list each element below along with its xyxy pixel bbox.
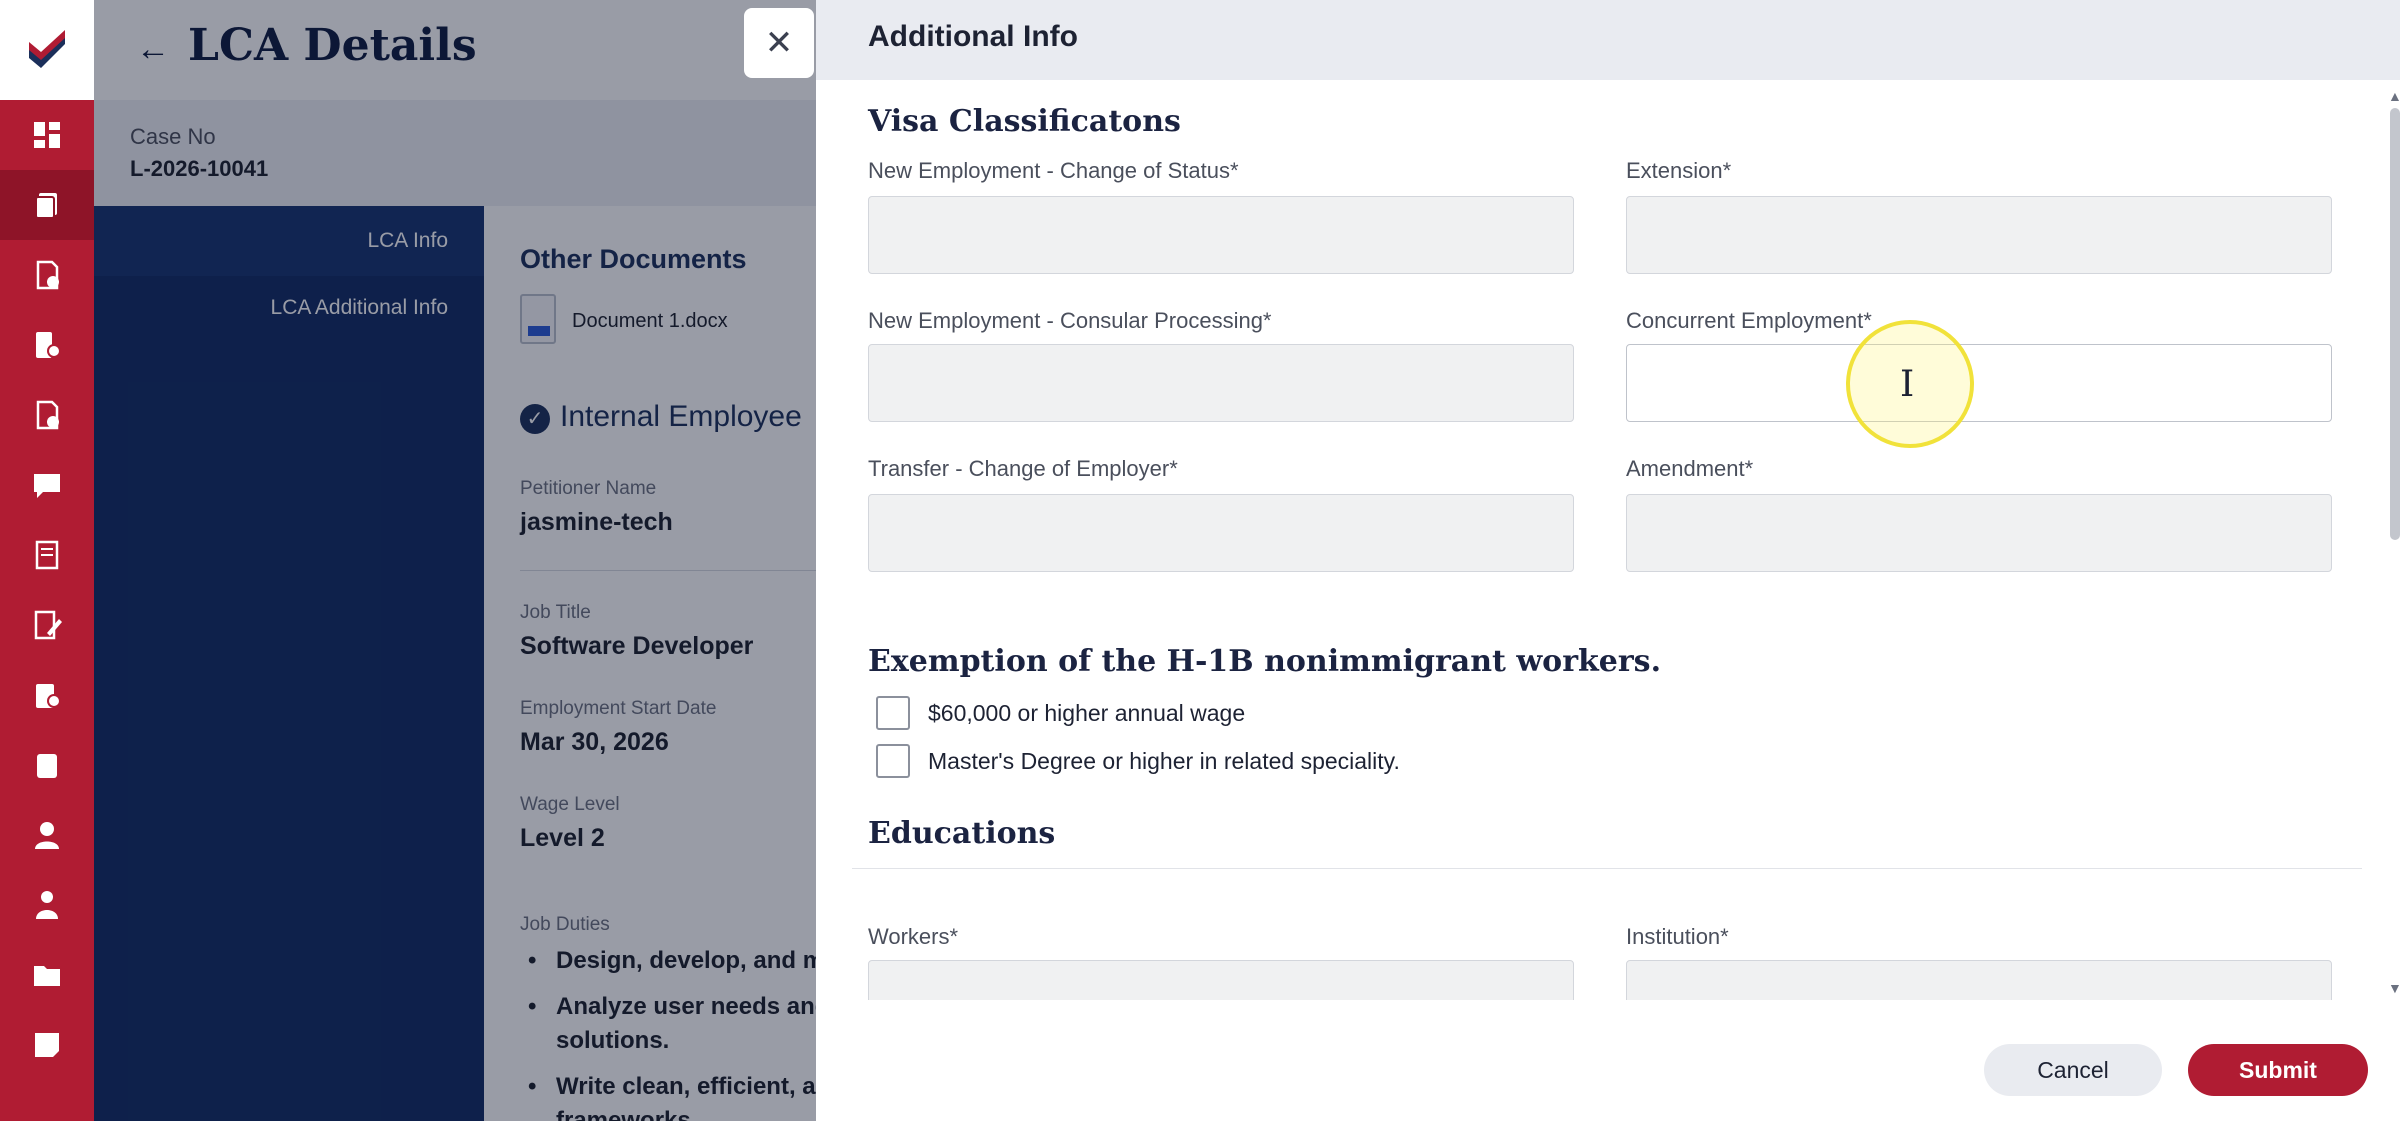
institution-label: Institution* [1626,924,1729,949]
drawer-title: Additional Info [868,20,1078,53]
drawer-header: Additional Info [816,0,2400,80]
exemption-heading: Exemption of the H-1B nonimmigrant worke… [868,644,1662,679]
amendment-input[interactable] [1626,494,2332,572]
extension-label: Extension* [1626,158,1732,183]
app-icon-rail [0,0,94,1121]
rail-tasks[interactable] [0,730,94,800]
new-employment-consular-input[interactable] [868,344,1574,422]
rail-checked-docs[interactable] [0,380,94,450]
wage-checkbox[interactable] [876,696,910,730]
extension-input[interactable] [1626,196,2332,274]
folder-icon [34,966,60,986]
scroll-down-arrow-icon[interactable]: ▼ [2388,980,2400,996]
rail-chat[interactable] [0,450,94,520]
rail-team[interactable] [0,870,94,940]
additional-info-form: Visa Classificatons New Employment - Cha… [816,80,2400,1000]
notes-icon [35,1033,59,1057]
team-icon [36,891,58,919]
ledger-icon [35,540,59,570]
cancel-button[interactable]: Cancel [1984,1044,2162,1096]
drawer-scrollbar-thumb[interactable] [2390,108,2400,540]
clipboard-check-icon [37,754,57,778]
drawer-footer: Cancel Submit [816,1000,2400,1121]
concurrent-employment-input[interactable] [1626,344,2332,422]
settings-doc-icon [36,684,61,708]
visa-classifications-heading: Visa Classificatons [868,104,1181,139]
degree-checkbox[interactable] [876,744,910,778]
documents-icon [35,193,57,219]
rail-documents[interactable] [0,170,94,240]
educations-heading: Educations [868,816,1056,851]
exemption-wage-option[interactable]: $60,000 or higher annual wage [876,696,1245,730]
transfer-change-employer-input[interactable] [868,494,1574,572]
degree-checkbox-label: Master's Degree or higher in related spe… [928,747,1400,774]
exemption-degree-option[interactable]: Master's Degree or higher in related spe… [876,744,1400,778]
rail-settings-docs[interactable] [0,660,94,730]
user-icon [35,822,59,849]
dashboard-icon [34,122,60,148]
modal-backdrop[interactable] [94,0,816,1121]
wage-checkbox-label: $60,000 or higher annual wage [928,699,1246,726]
app-logo[interactable] [0,0,94,100]
workers-input[interactable] [868,960,1574,1000]
educations-divider [852,868,2362,869]
logo-check-icon [29,30,65,68]
edit-doc-icon [34,610,62,640]
billing-icon [36,332,61,358]
rail-edit-docs[interactable] [0,590,94,660]
new-employment-consular-label: New Employment - Consular Processing* [868,308,1272,333]
new-employment-cos-label: New Employment - Change of Status* [868,158,1239,183]
rail-billing[interactable] [0,310,94,380]
rail-folders[interactable] [0,940,94,1010]
amendment-label: Amendment* [1626,456,1754,481]
new-employment-cos-input[interactable] [868,196,1574,274]
workers-label: Workers* [868,924,959,949]
submit-button[interactable]: Submit [2188,1044,2368,1096]
rail-dashboard[interactable] [0,100,94,170]
rail-approved-docs[interactable] [0,240,94,310]
approved-doc-icon [36,260,59,290]
concurrent-employment-label: Concurrent Employment* [1626,308,1872,333]
institution-input[interactable] [1626,960,2332,1000]
scroll-up-arrow-icon[interactable]: ▲ [2388,88,2400,104]
checked-doc-icon [36,400,59,430]
close-drawer-button[interactable]: ✕ [744,8,814,78]
chat-icon [34,474,60,498]
rail-ledger[interactable] [0,520,94,590]
rail-notes[interactable] [0,1010,94,1080]
text-cursor-icon: I [1900,364,1915,405]
close-icon: ✕ [764,24,794,62]
rail-user[interactable] [0,800,94,870]
transfer-change-employer-label: Transfer - Change of Employer* [868,456,1178,481]
additional-info-drawer: Additional Info Visa Classificatons New … [816,0,2400,1121]
